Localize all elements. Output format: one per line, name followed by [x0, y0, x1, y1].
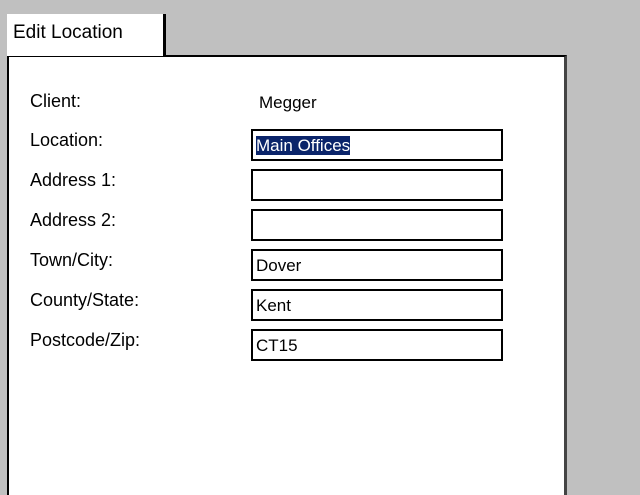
postcode-label: Postcode/Zip:: [30, 330, 141, 350]
location-field-text: Main Offices: [256, 136, 351, 155]
county-label: County/State:: [30, 290, 140, 310]
client-value: Megger: [259, 93, 317, 112]
tab-edit-location[interactable]: Edit Location: [7, 14, 166, 56]
town-label: Town/City:: [30, 250, 114, 270]
county-field[interactable]: Kent: [251, 289, 503, 321]
address2-field[interactable]: [251, 209, 503, 241]
address1-field[interactable]: [251, 169, 503, 201]
address1-label: Address 1:: [30, 170, 117, 190]
edit-location-panel: Client: Megger Location: Main Offices Ad…: [7, 55, 567, 495]
address2-label: Address 2:: [30, 210, 117, 230]
town-field[interactable]: Dover: [251, 249, 503, 281]
tab-label: Edit Location: [13, 22, 123, 43]
location-label: Location:: [30, 130, 104, 150]
client-label: Client:: [30, 91, 82, 111]
location-field[interactable]: Main Offices: [251, 129, 503, 161]
postcode-field[interactable]: CT15: [251, 329, 503, 361]
